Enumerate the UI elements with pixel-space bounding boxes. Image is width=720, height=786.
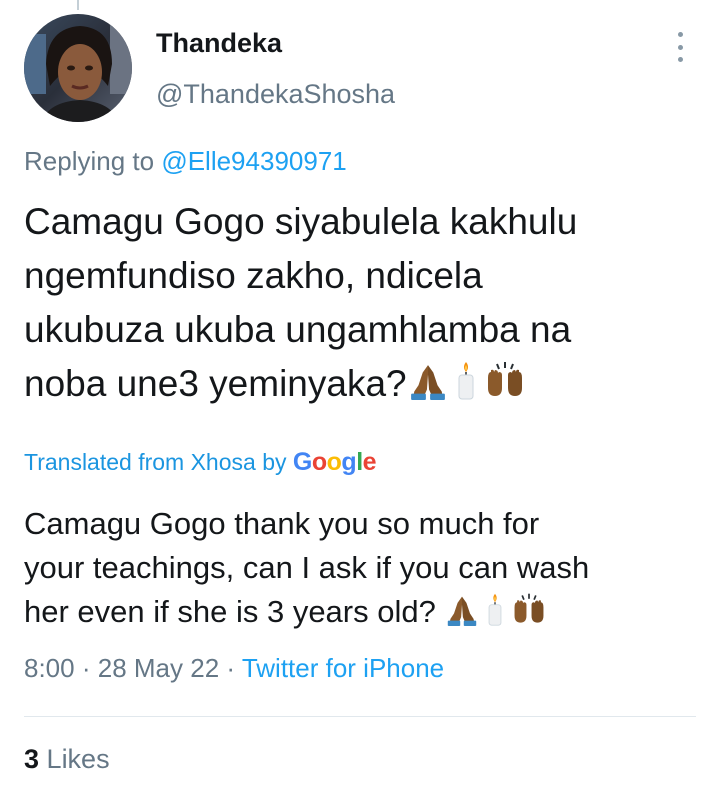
likes-stat[interactable]: 3 Likes bbox=[24, 744, 110, 775]
likes-count: 3 bbox=[24, 744, 40, 774]
more-options-dot bbox=[677, 57, 683, 62]
thread-connector-line bbox=[77, 0, 79, 10]
more-options-icon[interactable] bbox=[666, 30, 694, 64]
tweet-text-line: ngemfundiso zakho, ndicela bbox=[24, 255, 483, 296]
replying-to-label: Replying to bbox=[24, 146, 155, 176]
raising-hands-icon bbox=[487, 362, 522, 396]
translated-text: Camagu Gogo thank you so much for your t… bbox=[24, 502, 704, 634]
tweet-text-line: noba une3 yeminyaka? bbox=[24, 363, 407, 404]
translated-text-line: your teachings, can I ask if you can was… bbox=[24, 550, 590, 585]
tweet-meta: 8:00 · 28 May 22 · Twitter for iPhone bbox=[24, 653, 444, 684]
candle-icon bbox=[458, 362, 474, 400]
translation-label: Translated from Xhosa bbox=[24, 449, 256, 475]
translation-emojis bbox=[446, 592, 546, 626]
tweet-text: Camagu Gogo siyabulela kakhulu ngemfundi… bbox=[24, 195, 704, 411]
raising-hands-icon bbox=[515, 593, 544, 623]
translated-text-line: her even if she is 3 years old? bbox=[24, 594, 436, 629]
meta-separator: · bbox=[81, 653, 91, 683]
tweet-text-line: Camagu Gogo siyabulela kakhulu bbox=[24, 201, 578, 242]
candle-icon bbox=[489, 593, 502, 626]
translated-text-line: Camagu Gogo thank you so much for bbox=[24, 506, 540, 541]
author-display-name[interactable]: Thandeka bbox=[156, 28, 282, 59]
author-handle[interactable]: @ThandekaShosha bbox=[156, 79, 395, 110]
tweet-source-link[interactable]: Twitter for iPhone bbox=[242, 653, 444, 683]
reply-mention-link[interactable]: @Elle94390971 bbox=[161, 146, 346, 176]
tweet-date[interactable]: 28 May 22 bbox=[98, 653, 219, 683]
avatar-image bbox=[24, 14, 132, 122]
google-logo-icon: Google bbox=[292, 448, 377, 476]
tweet-text-line: ukubuza ukuba ungamhlamba na bbox=[24, 309, 572, 350]
more-options-dot bbox=[677, 32, 683, 37]
tweet-time[interactable]: 8:00 bbox=[24, 653, 75, 683]
likes-label: Likes bbox=[46, 744, 110, 774]
divider bbox=[24, 716, 696, 717]
translation-by: by bbox=[262, 449, 287, 475]
folded-hands-icon bbox=[410, 365, 445, 400]
replying-to: Replying to @Elle94390971 bbox=[24, 146, 347, 177]
avatar[interactable] bbox=[24, 14, 132, 122]
tweet-emojis bbox=[409, 360, 525, 400]
more-options-dot bbox=[677, 44, 683, 50]
meta-separator: · bbox=[226, 653, 236, 683]
tweet-text-line-with-emojis: noba une3 yeminyaka? bbox=[24, 357, 704, 411]
translated-text-line-with-emojis: her even if she is 3 years old? bbox=[24, 590, 704, 634]
folded-hands-icon bbox=[448, 596, 477, 626]
translated-from-link[interactable]: Translated from Xhosa by Google bbox=[24, 448, 377, 477]
